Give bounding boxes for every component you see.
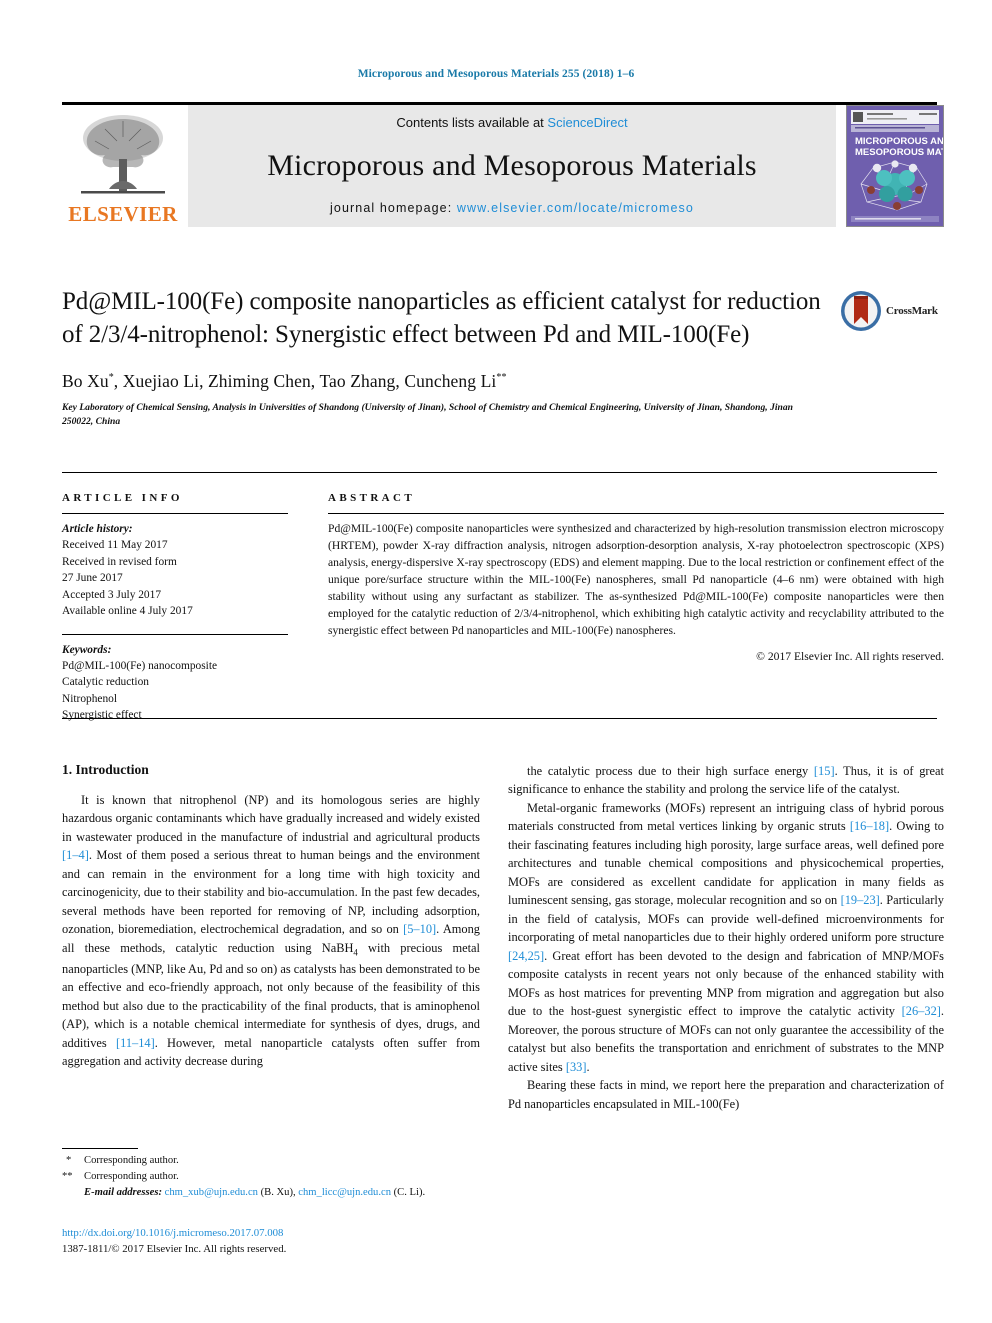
body-column-right: the catalytic process due to their high … bbox=[508, 762, 944, 1113]
running-head: Microporous and Mesoporous Materials 255… bbox=[357, 68, 635, 80]
doi-link[interactable]: http://dx.doi.org/10.1016/j.micromeso.20… bbox=[62, 1225, 522, 1241]
keyword-item: Catalytic reduction bbox=[62, 676, 149, 689]
article-info-section: ARTICLE INFO Article history: Received 1… bbox=[62, 492, 288, 724]
footnote-marker: ** bbox=[62, 1171, 73, 1183]
email-owner-1: (B. Xu) bbox=[260, 1187, 293, 1199]
keyword-item: Nitrophenol bbox=[62, 692, 118, 705]
paragraph: the catalytic process due to their high … bbox=[508, 764, 944, 797]
journal-header-band: ELSEVIER Contents lists available at Sci… bbox=[62, 105, 944, 227]
svg-text:MICROPOROUS AND: MICROPOROUS AND bbox=[855, 136, 943, 147]
contents-available-line: Contents lists available at ScienceDirec… bbox=[396, 115, 627, 130]
footnotes-block: * Corresponding author. ** Corresponding… bbox=[62, 1153, 482, 1202]
footnote-rule bbox=[62, 1148, 138, 1149]
abstract-section: ABSTRACT Pd@MIL-100(Fe) composite nanopa… bbox=[328, 492, 944, 663]
history-item: 27 June 2017 bbox=[62, 572, 123, 585]
journal-homepage-line: journal homepage: www.elsevier.com/locat… bbox=[330, 201, 694, 215]
article-history: Article history: Received 11 May 2017 Re… bbox=[62, 521, 288, 620]
history-item: Received 11 May 2017 bbox=[62, 539, 168, 552]
abstract-text: Pd@MIL-100(Fe) composite nanoparticles w… bbox=[328, 522, 944, 637]
footnote-marker: * bbox=[66, 1155, 72, 1166]
page-title: Pd@MIL-100(Fe) composite nanoparticles a… bbox=[62, 288, 821, 349]
keywords-label: Keywords: bbox=[62, 643, 112, 656]
keyword-item: Synergistic effect bbox=[62, 709, 142, 722]
homepage-label: journal homepage: bbox=[330, 201, 457, 215]
footnote-text: Corresponding author. bbox=[84, 1171, 179, 1183]
history-item: Received in revised form bbox=[62, 555, 177, 568]
elsevier-logo: ELSEVIER bbox=[62, 105, 184, 227]
crossmark-icon bbox=[841, 291, 881, 331]
email-period: . bbox=[422, 1187, 426, 1199]
email-link-1[interactable]: chm_xub@ujn.edu.cn bbox=[165, 1187, 258, 1198]
history-item: Accepted 3 July 2017 bbox=[62, 588, 162, 601]
footnote-text: Corresponding author. bbox=[84, 1155, 179, 1166]
svg-text:MESOPOROUS MATERIALS: MESOPOROUS MATERIALS bbox=[855, 147, 943, 158]
abstract-copyright: © 2017 Elsevier Inc. All rights reserved… bbox=[756, 649, 944, 663]
elsevier-tree-icon bbox=[81, 115, 165, 194]
journal-title: Microporous and Mesoporous Materials bbox=[267, 148, 757, 182]
email-link-2[interactable]: chm_licc@ujn.edu.cn bbox=[298, 1187, 391, 1198]
body-column-left: 1. Introduction It is known that nitroph… bbox=[62, 762, 480, 1071]
abstract-bottom-rule bbox=[62, 718, 937, 719]
abstract-heading: ABSTRACT bbox=[328, 492, 416, 504]
journal-cover-art: MICROPOROUS AND MESOPOROUS MATERIALS bbox=[847, 106, 943, 226]
article-info-heading: ARTICLE INFO bbox=[62, 492, 183, 504]
paragraph: Metal-organic frameworks (MOFs) represen… bbox=[508, 800, 945, 1074]
paper-page: Microporous and Mesoporous Materials 255… bbox=[0, 0, 992, 1323]
crossmark-badge[interactable]: CrossMark bbox=[840, 288, 944, 334]
section-title-introduction: 1. Introduction bbox=[62, 762, 149, 777]
email-addresses-label: E-mail addresses: bbox=[84, 1187, 162, 1199]
footnote-corresponding-1: * Corresponding author. bbox=[62, 1153, 482, 1169]
article-history-label: Article history: bbox=[62, 523, 133, 535]
paragraph: It is known that nitrophenol (NP) and it… bbox=[62, 793, 480, 1069]
affiliation: Key Laboratory of Chemical Sensing, Anal… bbox=[62, 401, 793, 428]
keyword-item: Pd@MIL-100(Fe) nanocomposite bbox=[62, 659, 218, 672]
history-item: Available online 4 July 2017 bbox=[62, 605, 193, 618]
abstract-top-rule bbox=[62, 472, 937, 473]
email-owner-2: (C. Li) bbox=[393, 1187, 423, 1199]
article-info-rule bbox=[62, 513, 288, 514]
journal-cover-thumbnail: MICROPOROUS AND MESOPOROUS MATERIALS bbox=[846, 105, 944, 227]
header-center: Contents lists available at ScienceDirec… bbox=[188, 105, 836, 227]
issn-copyright-line: 1387-1811/© 2017 Elsevier Inc. All right… bbox=[62, 1243, 287, 1256]
author-list: Bo Xu*, Xuejiao Li, Zhiming Chen, Tao Zh… bbox=[62, 370, 507, 391]
paragraph: Bearing these facts in mind, we report h… bbox=[508, 1078, 944, 1111]
bottom-meta-block: http://dx.doi.org/10.1016/j.micromeso.20… bbox=[62, 1225, 522, 1257]
keywords-rule bbox=[62, 633, 288, 635]
contents-prefix: Contents lists available at bbox=[396, 115, 548, 130]
sciencedirect-link[interactable]: ScienceDirect bbox=[547, 115, 627, 130]
homepage-url-link[interactable]: www.elsevier.com/locate/micromeso bbox=[457, 201, 694, 215]
footnote-corresponding-2: ** Corresponding author. bbox=[62, 1169, 482, 1185]
footnote-emails: E-mail addresses: chm_xub@ujn.edu.cn (B.… bbox=[62, 1185, 482, 1201]
abstract-rule bbox=[328, 513, 944, 514]
elsevier-wordmark: ELSEVIER bbox=[68, 202, 178, 226]
crossmark-label: CrossMark bbox=[886, 305, 938, 317]
title-block: Pd@MIL-100(Fe) composite nanoparticles a… bbox=[62, 285, 822, 430]
keywords-block: Keywords: Pd@MIL-100(Fe) nanocomposite C… bbox=[62, 642, 288, 724]
